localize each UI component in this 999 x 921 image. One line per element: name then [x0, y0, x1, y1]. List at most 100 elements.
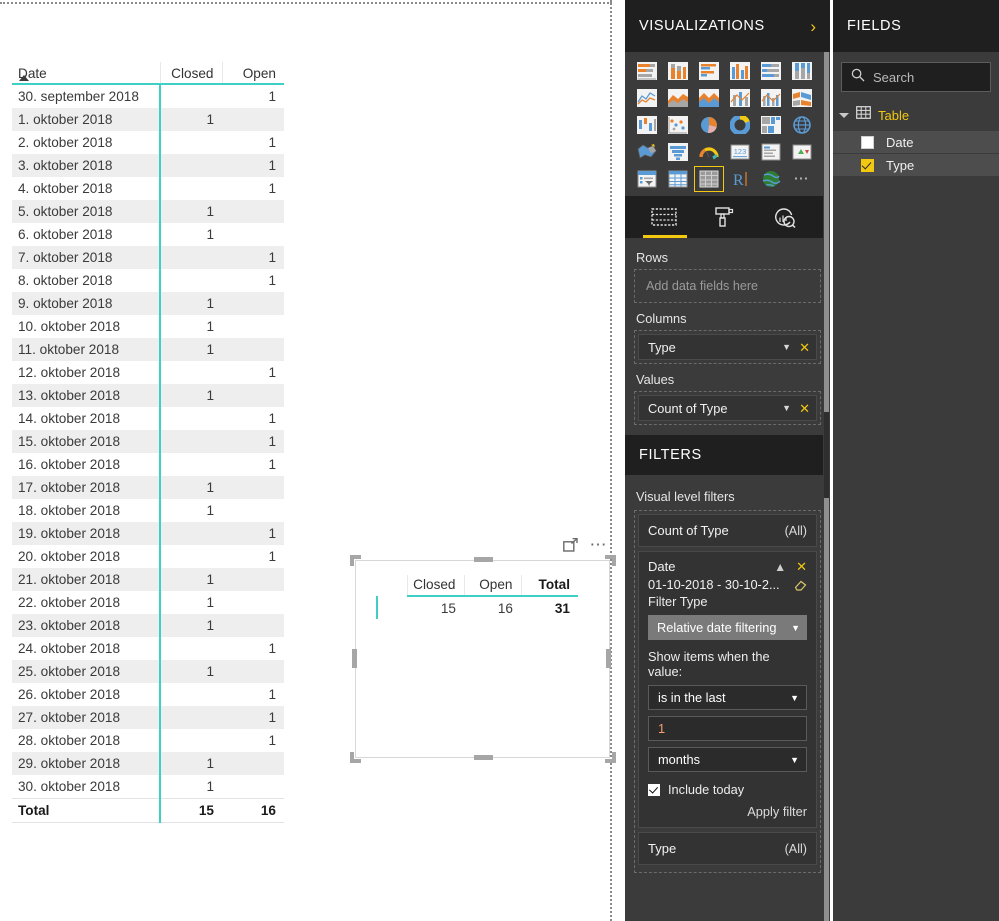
- table-row[interactable]: 23. oktober 2018 1: [12, 614, 284, 637]
- viz-icon-ribbon-chart[interactable]: [787, 85, 817, 111]
- field-checkbox[interactable]: [861, 158, 874, 172]
- matrix-visual-summary[interactable]: Closed Open Total 15 16 31: [355, 560, 610, 758]
- table-row[interactable]: 20. oktober 2018 1: [12, 545, 284, 568]
- viz-icon-slicer[interactable]: [632, 166, 662, 192]
- chevron-right-icon[interactable]: ›: [810, 18, 816, 35]
- viz-icon-matrix[interactable]: [694, 166, 724, 192]
- viz-icon-area-chart[interactable]: [663, 85, 693, 111]
- viz-icon-more-visuals[interactable]: ⋯: [787, 166, 817, 192]
- remove-filter-icon[interactable]: ✕: [796, 560, 807, 573]
- include-today-checkbox[interactable]: [648, 783, 660, 796]
- filter-type-dropdown[interactable]: Relative date filtering ▼: [648, 615, 807, 640]
- table-row[interactable]: 12. oktober 2018 1: [12, 361, 284, 384]
- table-row[interactable]: 17. oktober 2018 1: [12, 476, 284, 499]
- viz-icon-card[interactable]: 123: [725, 139, 755, 165]
- visualization-gallery[interactable]: 123 R ⋯: [625, 52, 830, 196]
- remove-field-icon[interactable]: ✕: [799, 402, 810, 415]
- table-row[interactable]: 18. oktober 2018 1: [12, 499, 284, 522]
- table-row[interactable]: 28. oktober 2018 1: [12, 729, 284, 752]
- table-row[interactable]: 30. september 2018 1: [12, 84, 284, 108]
- tab-fields-pane[interactable]: [649, 202, 679, 232]
- viz-icon-r-script-visual[interactable]: R: [725, 166, 755, 192]
- viz-icon-treemap[interactable]: [756, 112, 786, 138]
- table-row[interactable]: 29. oktober 2018 1: [12, 752, 284, 775]
- resize-handle-middle-right[interactable]: [606, 649, 611, 668]
- viz-icon-line-chart[interactable]: [632, 85, 662, 111]
- scrollbar-thumb[interactable]: [824, 412, 829, 498]
- table-row[interactable]: 27. oktober 2018 1: [12, 706, 284, 729]
- table-row[interactable]: 5. oktober 2018 1: [12, 200, 284, 223]
- viz-icon-clustered-column-chart[interactable]: [725, 58, 755, 84]
- viz-icon-filled-map[interactable]: [632, 139, 662, 165]
- table-row[interactable]: 9. oktober 2018 1: [12, 292, 284, 315]
- table-row[interactable]: 26. oktober 2018 1: [12, 683, 284, 706]
- resize-handle-bottom-left[interactable]: [350, 751, 362, 763]
- include-today-row[interactable]: Include today: [648, 782, 807, 797]
- table-row[interactable]: 14. oktober 2018 1: [12, 407, 284, 430]
- viz-icon-line-and-stacked-column-chart[interactable]: [725, 85, 755, 111]
- viz-icon-table[interactable]: [663, 166, 693, 192]
- viz-icon-map[interactable]: [787, 112, 817, 138]
- table-row[interactable]: 8. oktober 2018 1: [12, 269, 284, 292]
- fields-search-box[interactable]: Search: [841, 62, 991, 92]
- table-row[interactable]: 15. oktober 2018 1: [12, 430, 284, 453]
- viz-icon-waterfall-chart[interactable]: [632, 112, 662, 138]
- summary-header-open[interactable]: Open: [463, 575, 521, 597]
- table-row[interactable]: 4. oktober 2018 1: [12, 177, 284, 200]
- resize-handle-middle-left[interactable]: [352, 649, 357, 668]
- table-row[interactable]: 3. oktober 2018 1: [12, 154, 284, 177]
- viz-icon-donut-chart[interactable]: [725, 112, 755, 138]
- resize-handle-bottom-center[interactable]: [474, 755, 493, 760]
- field-checkbox[interactable]: [861, 135, 874, 149]
- table-row[interactable]: 11. oktober 2018 1: [12, 338, 284, 361]
- report-canvas[interactable]: Date Closed Open 30. september 2018 1 1. o…: [0, 0, 625, 921]
- visualization-pane-tabs[interactable]: [625, 196, 830, 238]
- apply-filter-button[interactable]: Apply filter: [648, 804, 807, 819]
- expand-collapse-triangle-icon[interactable]: [839, 112, 849, 118]
- well-chip-count-of-type[interactable]: Count of Type ▼ ✕: [638, 395, 817, 421]
- well-dropzone-columns[interactable]: Type ▼ ✕: [634, 330, 821, 364]
- viz-icon-scatter-chart[interactable]: [663, 112, 693, 138]
- more-options-icon[interactable]: ⋯: [590, 536, 609, 553]
- resize-handle-bottom-right[interactable]: [604, 751, 616, 763]
- viz-icon-multi-row-card[interactable]: [756, 139, 786, 165]
- table-row[interactable]: 22. oktober 2018 1: [12, 591, 284, 614]
- table-row[interactable]: 6. oktober 2018 1: [12, 223, 284, 246]
- viz-icon-stacked-bar-chart[interactable]: [632, 58, 662, 84]
- remove-field-icon[interactable]: ✕: [799, 341, 810, 354]
- filter-card-count-of-type[interactable]: Count of Type (All): [638, 514, 817, 547]
- chevron-down-icon[interactable]: ▼: [782, 342, 791, 352]
- viz-icon-100-percent-stacked-bar-chart[interactable]: [756, 58, 786, 84]
- viz-icon-pie-chart[interactable]: [694, 112, 724, 138]
- chevron-down-icon[interactable]: ▼: [782, 403, 791, 413]
- visualizations-pane-scrollbar[interactable]: [823, 52, 830, 921]
- column-header-closed[interactable]: Closed: [159, 62, 222, 85]
- fields-search-input[interactable]: Search: [873, 70, 914, 85]
- filters-drop-area[interactable]: Count of Type (All) Date ▲ ✕ 01-10-2018 …: [634, 510, 821, 873]
- field-item-type[interactable]: Type: [833, 153, 999, 176]
- matrix-visual-detail[interactable]: Date Closed Open 30. september 2018 1 1. o…: [12, 62, 284, 823]
- viz-icon-stacked-area-chart[interactable]: [694, 85, 724, 111]
- table-row[interactable]: 30. oktober 2018 1: [12, 775, 284, 799]
- table-row[interactable]: 1. oktober 2018 1: [12, 108, 284, 131]
- tab-analytics-pane[interactable]: [769, 202, 799, 232]
- field-item-date[interactable]: Date: [833, 130, 999, 153]
- table-row[interactable]: 7. oktober 2018 1: [12, 246, 284, 269]
- viz-icon-100-percent-stacked-column-chart[interactable]: [787, 58, 817, 84]
- viz-icon-kpi[interactable]: [787, 139, 817, 165]
- filter-condition-dropdown[interactable]: is in the last ▼: [648, 685, 807, 710]
- fields-table-node[interactable]: Table: [833, 100, 999, 130]
- clear-filter-eraser-icon[interactable]: [794, 578, 807, 591]
- viz-icon-line-and-clustered-column-chart[interactable]: [756, 85, 786, 111]
- table-row[interactable]: 16. oktober 2018 1: [12, 453, 284, 476]
- well-chip-type[interactable]: Type ▼ ✕: [638, 334, 817, 360]
- table-row[interactable]: 13. oktober 2018 1: [12, 384, 284, 407]
- filter-card-date[interactable]: Date ▲ ✕ 01-10-2018 - 30-10-2... Filter …: [638, 551, 817, 828]
- table-row[interactable]: 25. oktober 2018 1: [12, 660, 284, 683]
- well-dropzone-values[interactable]: Count of Type ▼ ✕: [634, 391, 821, 425]
- table-row[interactable]: 10. oktober 2018 1: [12, 315, 284, 338]
- focus-mode-icon[interactable]: [562, 537, 578, 552]
- table-row[interactable]: 21. oktober 2018 1: [12, 568, 284, 591]
- matrix-visual-summary-wrapper[interactable]: ⋯ Closed Open Total 15 16 31: [350, 536, 616, 763]
- visual-toolbar[interactable]: ⋯: [562, 536, 609, 553]
